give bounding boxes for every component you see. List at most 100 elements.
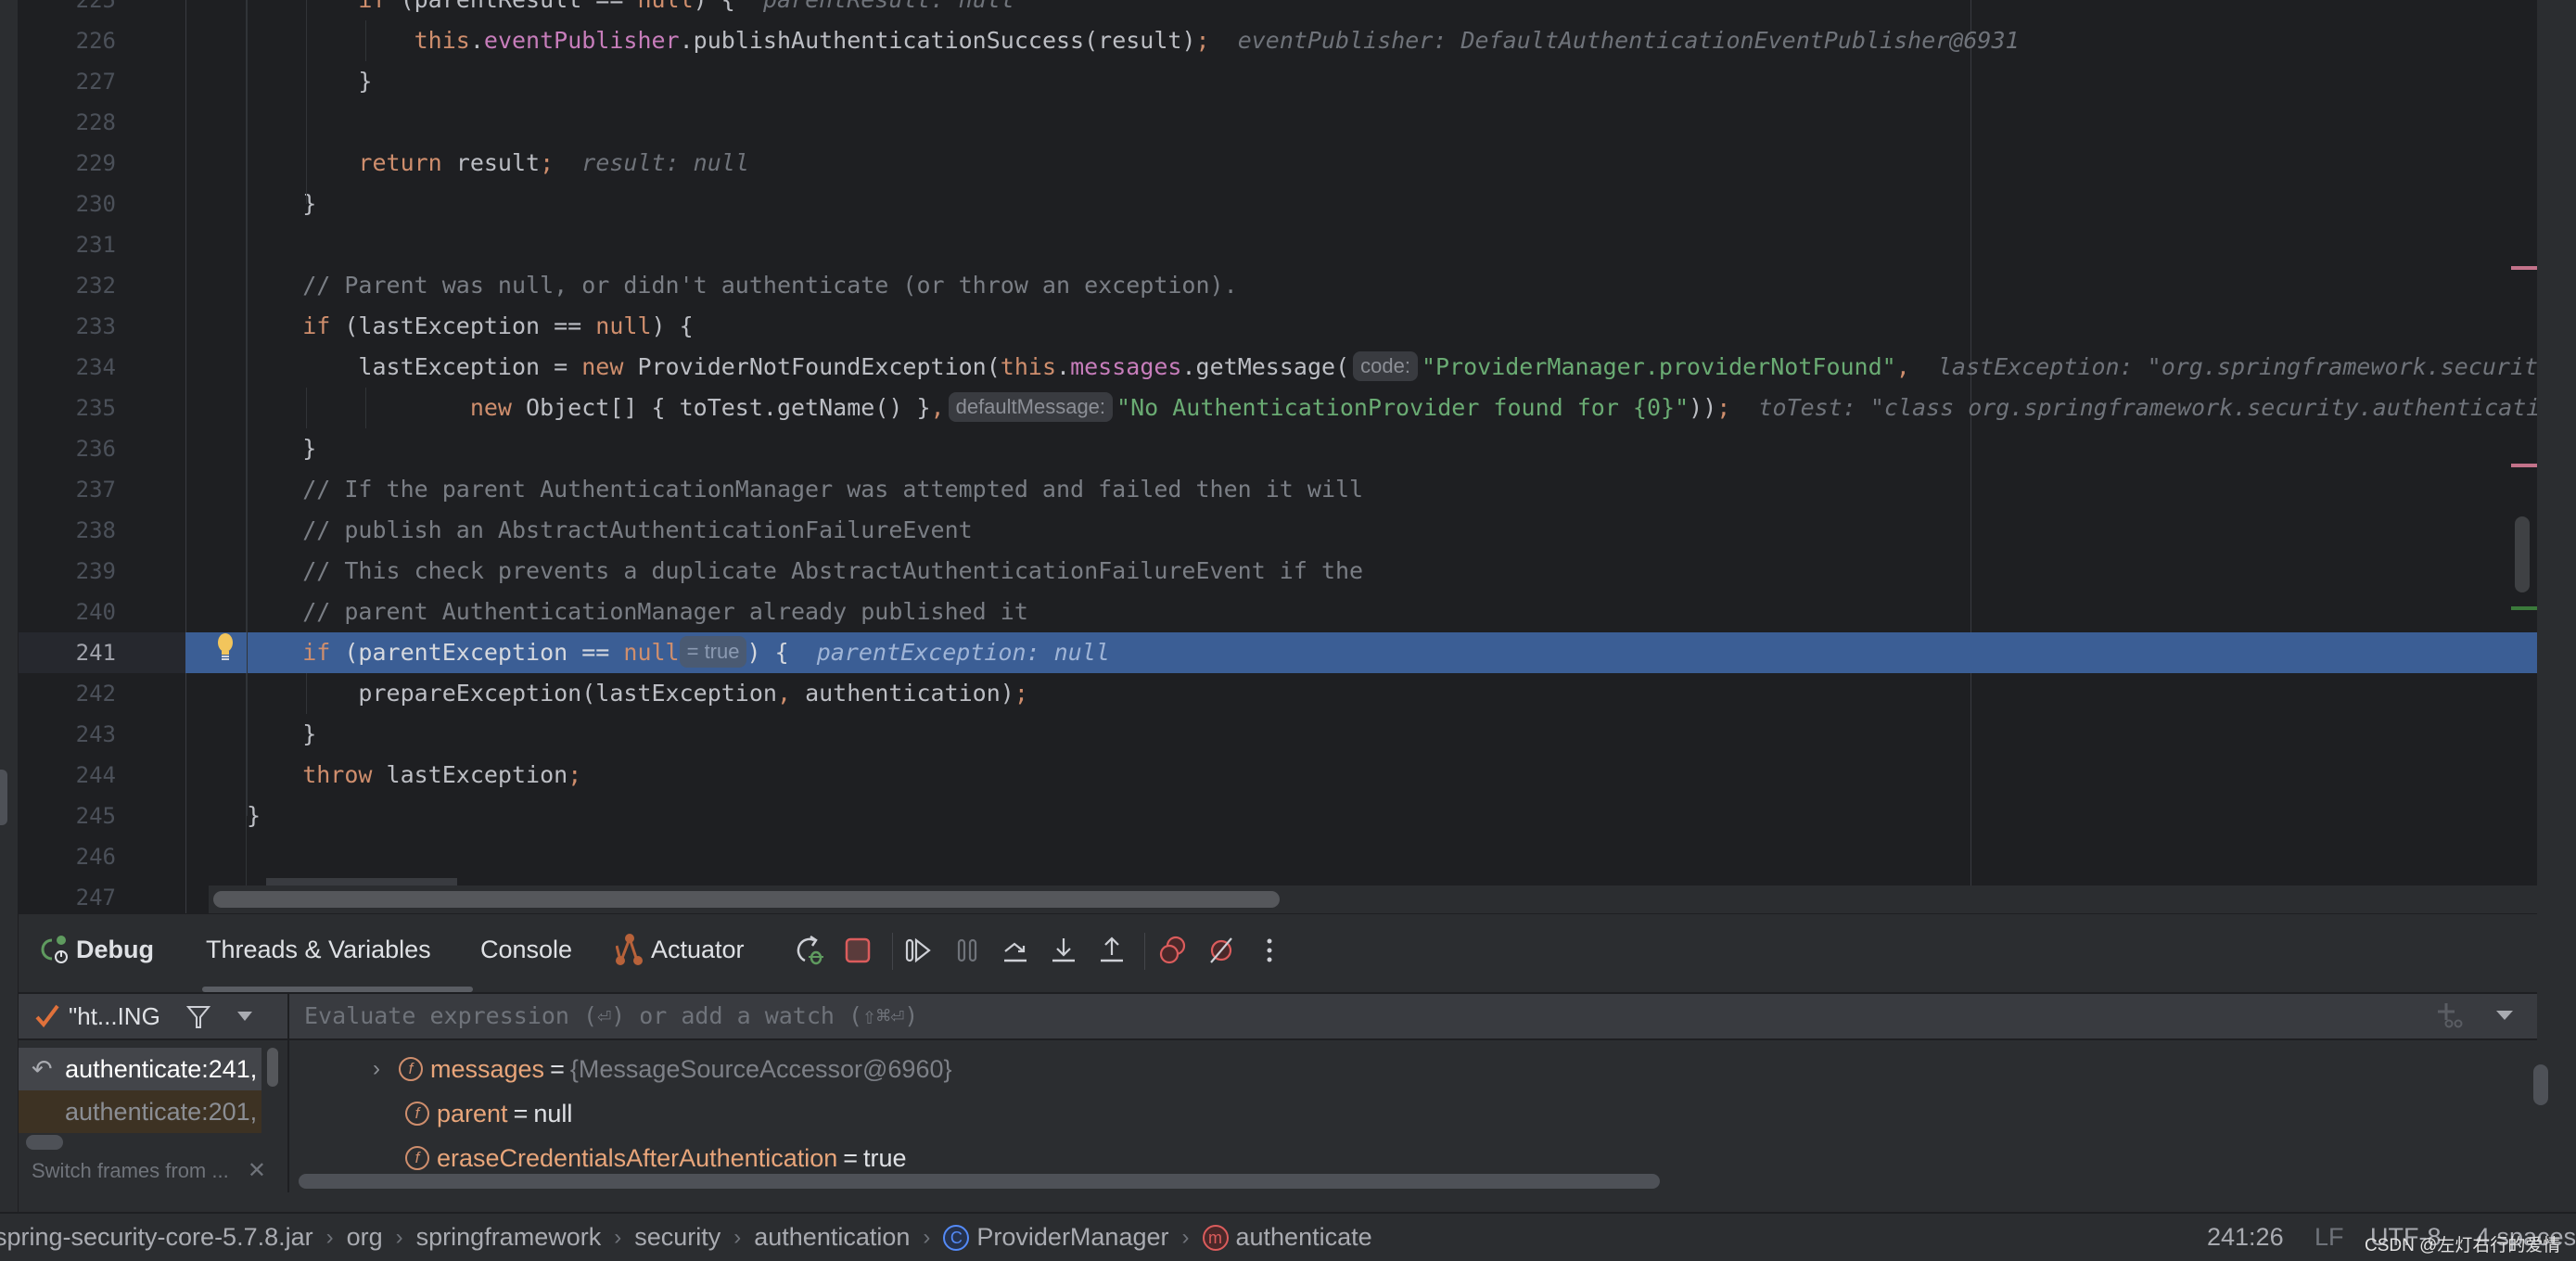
line-number[interactable]: 243 (46, 714, 116, 755)
variable-row[interactable]: f parent = null (405, 1092, 572, 1135)
thread-selector[interactable]: "ht...ING (19, 994, 287, 1038)
frame-item-selected[interactable]: ↶ authenticate:241, (19, 1048, 261, 1090)
line-number[interactable]: 245 (46, 796, 116, 836)
frames-vertical-scrollbar[interactable] (267, 1048, 278, 1087)
step-into-icon[interactable] (1048, 935, 1079, 966)
stop-icon[interactable] (842, 935, 874, 966)
tab-actuator[interactable]: Actuator (616, 931, 745, 968)
line-number[interactable]: 239 (46, 551, 116, 592)
line-number[interactable]: 242 (46, 673, 116, 714)
view-breakpoints-icon[interactable] (1157, 935, 1189, 966)
line-number[interactable]: 229 (46, 143, 116, 184)
breadcrumb-item[interactable]: authentication › (754, 1223, 943, 1252)
code-line[interactable]: 226 this.eventPublisher.publishAuthentic… (19, 20, 2537, 61)
frame-item[interactable]: authenticate:201, (19, 1090, 261, 1133)
rerun-debug-icon[interactable] (794, 935, 825, 966)
code-line[interactable]: 238 // publish an AbstractAuthentication… (19, 510, 2537, 551)
code-line[interactable]: 234 lastException = new ProviderNotFound… (19, 347, 2537, 388)
editor-horizontal-scrollbar[interactable] (209, 878, 2537, 913)
line-ending[interactable]: LF (2315, 1214, 2344, 1261)
code-token: if (247, 0, 401, 13)
line-number[interactable]: 226 (46, 20, 116, 61)
code-line[interactable]: 244 throw lastException; (19, 755, 2537, 796)
line-number[interactable]: 236 (46, 428, 116, 469)
filter-icon[interactable] (185, 1002, 212, 1030)
error-stripe-marker[interactable] (2511, 266, 2537, 270)
code-line[interactable]: 225 if (parentResult == null) { parentRe… (19, 0, 2537, 20)
code-line[interactable]: 237 // If the parent AuthenticationManag… (19, 469, 2537, 510)
variable-row[interactable]: › f messages = {MessageSourceAccessor@69… (373, 1048, 952, 1090)
code-text: // Parent was null, or didn't authentica… (247, 265, 1237, 306)
step-over-icon[interactable] (1000, 935, 1031, 966)
code-line-current[interactable]: 241 if (parentException == null = true) {… (19, 632, 2537, 673)
code-line[interactable]: 245} (19, 796, 2537, 836)
line-number[interactable]: 232 (46, 265, 116, 306)
chevron-right-icon[interactable]: › (373, 1048, 380, 1090)
code-line[interactable]: 242 prepareException(lastException, auth… (19, 673, 2537, 714)
error-stripe-marker[interactable] (2511, 464, 2537, 467)
close-icon[interactable]: ✕ (248, 1158, 266, 1183)
more-icon[interactable] (1254, 935, 1285, 966)
code-line[interactable]: 243 } (19, 714, 2537, 755)
code-line[interactable]: 231 (19, 224, 2537, 265)
breadcrumb-item[interactable]: org › (347, 1223, 416, 1252)
evaluate-expression-input[interactable]: Evaluate expression (⏎) or add a watch (… (304, 994, 918, 1038)
change-stripe-marker[interactable] (2511, 606, 2537, 610)
code-editor[interactable]: 225 if (parentResult == null) { parentRe… (19, 0, 2537, 913)
code-token: } (247, 802, 261, 829)
resume-icon[interactable] (903, 935, 935, 966)
line-number[interactable]: 227 (46, 61, 116, 102)
code-line[interactable]: 229 return result; result: null (19, 143, 2537, 184)
tab-threads-variables[interactable]: Threads & Variables (206, 931, 431, 968)
variables-horizontal-scrollbar[interactable] (299, 1174, 1660, 1189)
line-number[interactable]: 240 (46, 592, 116, 632)
code-token: ) { (651, 312, 694, 339)
breadcrumb-item[interactable]: security › (634, 1223, 754, 1252)
code-line[interactable]: 246 (19, 836, 2537, 877)
indent-guide (306, 0, 307, 204)
line-number[interactable]: 230 (46, 184, 116, 224)
line-number[interactable]: 231 (46, 224, 116, 265)
line-number[interactable]: 238 (46, 510, 116, 551)
line-number[interactable]: 228 (46, 102, 116, 143)
code-line[interactable]: 240 // parent AuthenticationManager alre… (19, 592, 2537, 632)
line-number[interactable]: 247 (46, 877, 116, 913)
tab-debug[interactable]: Debug (39, 931, 154, 968)
horizontal-scroll-thumb[interactable] (213, 891, 1280, 908)
code-line[interactable]: 228 (19, 102, 2537, 143)
pause-icon[interactable] (951, 935, 983, 966)
code-line[interactable]: 232 // Parent was null, or didn't authen… (19, 265, 2537, 306)
step-out-icon[interactable] (1096, 935, 1128, 966)
line-number[interactable]: 233 (46, 306, 116, 347)
breadcrumb-item[interactable]: C ProviderManager › (943, 1223, 1202, 1252)
line-ending-label: LF (2315, 1223, 2344, 1251)
code-line[interactable]: 233 if (lastException == null) { (19, 306, 2537, 347)
lightbulb-icon[interactable] (215, 633, 236, 661)
line-number[interactable]: 244 (46, 755, 116, 796)
breadcrumb: spring-security-core-5.7.8.jar › org › spr… (0, 1214, 1372, 1261)
breadcrumb-item[interactable]: m authenticate (1202, 1223, 1372, 1252)
code-line[interactable]: 236 } (19, 428, 2537, 469)
editor-vertical-scrollbar[interactable] (2515, 516, 2530, 592)
code-line[interactable]: 227 } (19, 61, 2537, 102)
tool-strip-handle[interactable] (0, 770, 7, 825)
breadcrumb-item[interactable]: springframework › (416, 1223, 635, 1252)
chevron-down-icon[interactable] (235, 1006, 255, 1026)
line-number[interactable]: 225 (46, 0, 116, 20)
tab-console[interactable]: Console (480, 931, 572, 968)
chevron-down-icon[interactable] (2494, 1007, 2515, 1025)
breadcrumb-item[interactable]: spring-security-core-5.7.8.jar › (0, 1223, 347, 1252)
mute-breakpoints-icon[interactable] (1205, 935, 1237, 966)
caret-position[interactable]: 241:26 (2207, 1214, 2284, 1261)
code-line[interactable]: 235 new Object[] { toTest.getName() }, de… (19, 388, 2537, 428)
code-line[interactable]: 239 // This check prevents a duplicate A… (19, 551, 2537, 592)
line-number[interactable]: 237 (46, 469, 116, 510)
line-number[interactable]: 246 (46, 836, 116, 877)
line-number[interactable]: 234 (46, 347, 116, 388)
line-number[interactable]: 241 (19, 632, 185, 673)
frames-horizontal-scrollbar[interactable] (26, 1135, 63, 1150)
variables-vertical-scrollbar[interactable] (2533, 1064, 2548, 1105)
add-watch-icon[interactable] (2437, 1000, 2468, 1031)
line-number[interactable]: 235 (46, 388, 116, 428)
code-line[interactable]: 230 } (19, 184, 2537, 224)
